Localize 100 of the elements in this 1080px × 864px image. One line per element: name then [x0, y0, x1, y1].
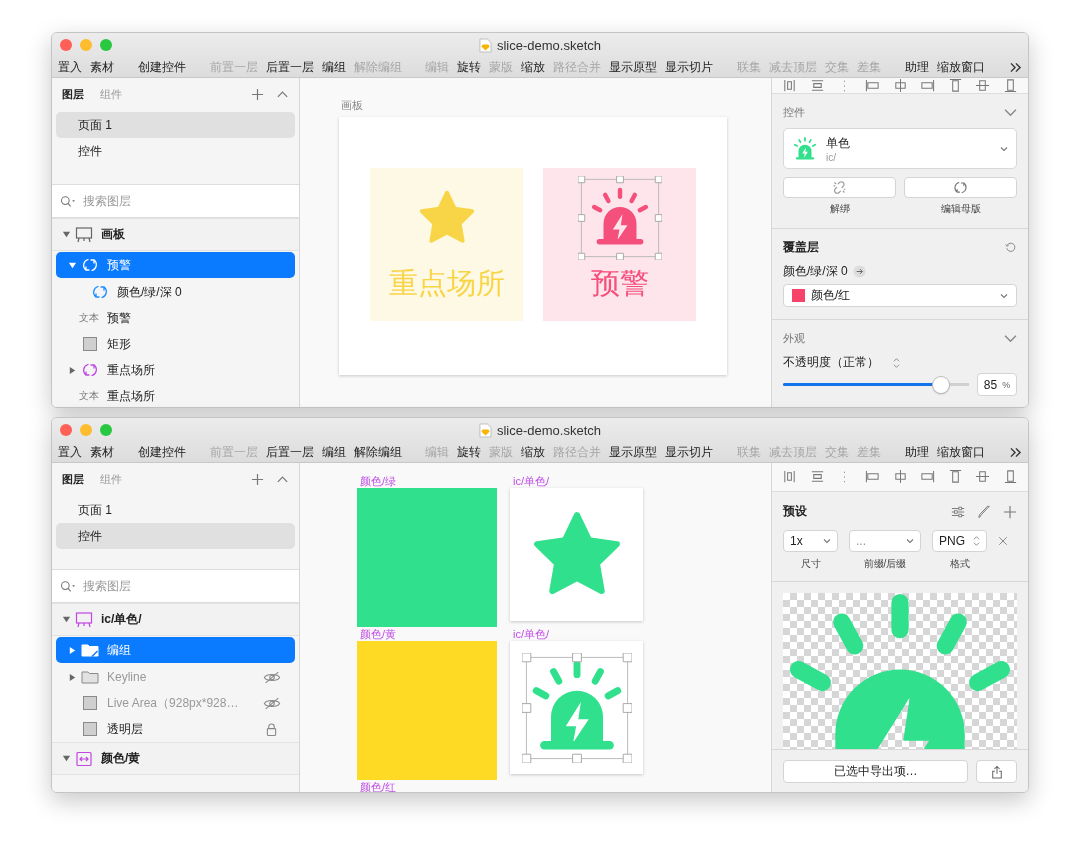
align-icon[interactable]	[1003, 78, 1018, 93]
search-field[interactable]: 搜索图层	[81, 193, 235, 209]
hidden-eye-icon[interactable]	[263, 670, 281, 684]
toolbar-button[interactable]: 显示原型	[609, 58, 658, 76]
toolbar-button[interactable]: 缩放窗口	[937, 58, 986, 76]
slider-thumb[interactable]	[933, 376, 950, 393]
add-icon[interactable]	[251, 87, 264, 101]
artboard-row[interactable]: ic/单色/	[52, 603, 299, 636]
page-item[interactable]: 页面 1	[56, 497, 295, 523]
selection-handles[interactable]	[521, 652, 632, 763]
align-icon[interactable]	[920, 469, 936, 485]
toolbar-button[interactable]: 置入	[58, 443, 82, 461]
close-button[interactable]	[60, 424, 72, 436]
align-icon[interactable]	[920, 78, 936, 93]
expand-arrow-icon[interactable]	[68, 645, 77, 655]
add-icon[interactable]	[251, 472, 264, 486]
align-icon[interactable]	[975, 78, 991, 93]
align-icon[interactable]	[864, 469, 880, 485]
align-icon[interactable]	[947, 469, 963, 485]
more-chevron-icon[interactable]	[1008, 446, 1022, 458]
layer-row[interactable]: 矩形	[56, 331, 295, 357]
rectangle-icon	[81, 721, 99, 737]
close-icon[interactable]	[998, 535, 1008, 546]
export-button[interactable]: 已选中导出项…	[783, 760, 968, 783]
layer-row[interactable]: 文本 重点场所	[56, 383, 295, 407]
zoom-button[interactable]	[100, 39, 112, 51]
toolbar-button[interactable]: 助理	[905, 58, 930, 76]
page-item[interactable]: 页面 1	[56, 112, 295, 138]
toolbar-button[interactable]: 缩放	[521, 443, 546, 461]
up-down-icon[interactable]	[893, 356, 900, 369]
expand-arrow-icon[interactable]	[68, 672, 77, 682]
artboard-row[interactable]: 颜色/黄	[52, 742, 299, 775]
align-icon[interactable]	[892, 469, 908, 485]
panel-tab[interactable]: 图层	[62, 471, 84, 487]
hidden-eye-icon[interactable]	[263, 696, 281, 710]
symbol-picker[interactable]: 单色 ic/	[783, 128, 1017, 169]
toolbar-button[interactable]: 显示原型	[609, 443, 658, 461]
override-dropdown[interactable]: 颜色/红	[783, 284, 1017, 307]
layer-row[interactable]: 文本 预警	[56, 305, 295, 331]
toolbar-button[interactable]: 缩放	[521, 58, 546, 76]
page-item[interactable]: 控件	[56, 523, 295, 549]
toolbar-button[interactable]: 缩放窗口	[937, 443, 986, 461]
chevron-down-icon[interactable]	[1004, 332, 1017, 344]
collapse-arrow-icon[interactable]	[62, 230, 71, 239]
align-icon[interactable]	[892, 78, 908, 93]
layer-row[interactable]: 重点场所	[56, 357, 295, 383]
align-icon[interactable]	[782, 469, 797, 485]
dropdown-value: 颜色/红	[811, 287, 851, 304]
layer-row[interactable]: 透明层	[56, 716, 295, 742]
knife-icon[interactable]	[977, 504, 991, 519]
chevron-down-icon[interactable]	[1004, 106, 1017, 118]
format-stepper[interactable]: PNG	[932, 529, 987, 552]
add-icon[interactable]	[1003, 504, 1017, 519]
zoom-button[interactable]	[100, 424, 112, 436]
toolbar-button[interactable]: 旋转	[457, 58, 482, 76]
toolbar-button[interactable]: 旋转	[457, 443, 482, 461]
align-icon[interactable]	[1003, 469, 1018, 485]
align-icon[interactable]	[782, 78, 797, 93]
close-button[interactable]	[60, 39, 72, 51]
toolbar-button[interactable]: 显示切片	[665, 443, 714, 461]
search-bar[interactable]: 搜索图层	[52, 185, 299, 218]
section-title: 预设	[783, 503, 807, 520]
toolbar-button[interactable]: 显示切片	[665, 58, 714, 76]
toolbar-button[interactable]: 助理	[905, 443, 930, 461]
search-field[interactable]: 搜索图层	[81, 578, 235, 594]
collapse-arrow-icon[interactable]	[68, 260, 77, 270]
layer-row[interactable]: 编组	[56, 637, 295, 663]
layer-row[interactable]: 预警	[56, 252, 295, 278]
align-icon[interactable]	[975, 469, 991, 485]
toolbar-button[interactable]: 创建控件	[137, 58, 186, 76]
panel-tab[interactable]: 图层	[62, 86, 84, 102]
toolbar-button[interactable]: 后置一层	[265, 443, 314, 461]
layer-row[interactable]: 颜色/绿/深 0	[56, 279, 295, 305]
toolbar-button[interactable]: 编组	[321, 443, 346, 461]
expand-arrow-icon[interactable]	[68, 365, 77, 375]
align-icon[interactable]	[947, 78, 963, 93]
settings-sliders-icon[interactable]	[951, 504, 965, 519]
more-chevron-icon[interactable]	[1008, 61, 1022, 73]
toolbar-button[interactable]: 解除编组	[353, 443, 402, 461]
toolbar-button[interactable]: 编组	[321, 58, 346, 76]
toolbar-button[interactable]: 置入	[58, 58, 82, 76]
selection-handles[interactable]	[577, 176, 662, 260]
toolbar-button[interactable]: 素材	[90, 443, 114, 461]
search-bar[interactable]: 搜索图层	[52, 570, 299, 603]
page-item[interactable]: 控件	[56, 138, 295, 164]
align-icon[interactable]	[809, 469, 825, 485]
artboard-row[interactable]: 画板	[52, 218, 299, 251]
opacity-field[interactable]: 85 %	[977, 373, 1017, 396]
share-button[interactable]	[976, 760, 1017, 783]
dropdown-field[interactable]: 1x	[783, 529, 838, 552]
collapse-arrow-icon[interactable]	[62, 615, 71, 624]
lock-icon[interactable]	[266, 722, 277, 736]
arrow-right-icon[interactable]	[852, 265, 866, 278]
toolbar-button[interactable]: 创建控件	[137, 443, 186, 461]
align-icon[interactable]	[809, 78, 825, 93]
align-icon[interactable]	[864, 78, 880, 93]
reset-icon[interactable]	[1004, 241, 1017, 253]
collapse-arrow-icon[interactable]	[62, 754, 71, 763]
toolbar-button[interactable]: 素材	[90, 58, 114, 76]
toolbar-button[interactable]: 后置一层	[265, 58, 314, 76]
